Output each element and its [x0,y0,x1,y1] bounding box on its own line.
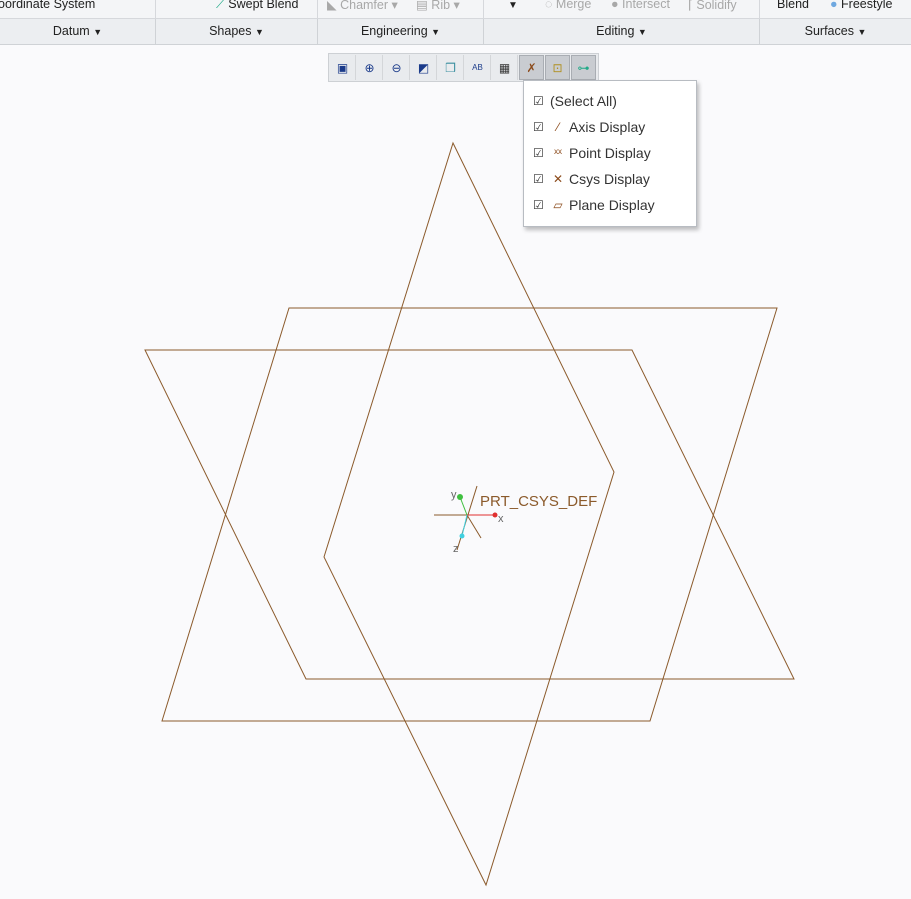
freestyle-button[interactable]: ● Freestyle [830,0,892,11]
saved-orientations-icon[interactable]: AB [465,55,491,80]
chamfer-label: Chamfer [340,0,389,12]
zoom-out-icon[interactable]: ⊖ [384,55,410,80]
group-datum[interactable]: Datum ▼ [0,19,156,44]
freestyle-label: Freestyle [841,0,893,11]
refit-icon[interactable]: ▣ [330,55,356,80]
rib-button[interactable]: ▤ Rib ▾ [416,0,460,12]
intersect-button[interactable]: ● Intersect [611,0,670,11]
group-label: Datum [52,24,90,38]
menu-item-label: Csys Display [569,171,650,187]
coordinate-system-button[interactable]: oordinate System [0,0,95,11]
menu-item-label: Plane Display [569,197,655,213]
group-editing[interactable]: Editing ▼ [484,19,760,44]
csys-label: PRT_CSYS_DEF [480,493,597,510]
zoom-in-icon[interactable]: ⊕ [357,55,383,80]
freestyle-icon: ● [830,0,838,11]
intersect-label: Intersect [622,0,670,11]
swept-blend-button[interactable]: ⟋ Swept Blend [216,0,298,12]
swept-blend-label: Swept Blend [228,0,299,11]
point-display-icon: ˣˣ [554,146,562,160]
z-axis-label: z [453,543,459,555]
menu-item-label: (Select All) [550,93,617,109]
spin-center-icon[interactable]: ⊶ [571,55,596,80]
blend-button[interactable]: Blend [777,0,809,11]
group-engineering[interactable]: Engineering ▼ [318,19,484,44]
group-label: Editing [596,24,635,38]
plane-display-icon: ▱ [553,198,563,212]
datum-display-filters-icon[interactable]: ✗ [519,55,544,80]
group-label: Surfaces [804,24,854,38]
checkbox-checked-icon[interactable]: ☑ [533,198,547,212]
annotation-display-icon[interactable]: ⊡ [545,55,570,80]
y-axis-label: y [451,489,457,501]
menu-item-axis-display[interactable]: ☑ ⁄ Axis Display [533,117,645,137]
graphics-viewport[interactable]: x y z PRT_CSYS_DEF [0,45,911,899]
ribbon-groups: Datum ▼ Shapes ▼ Engineering ▼ Editing ▼… [0,19,911,45]
solidify-button[interactable]: ⌈ Solidify [688,0,737,12]
axis-display-icon: ⁄ [556,120,559,134]
menu-item-plane-display[interactable]: ☑ ▱ Plane Display [533,195,655,215]
group-label: Engineering [360,24,428,38]
chamfer-button[interactable]: ◣ Chamfer ▾ [327,0,398,12]
datum-display-filters-menu: ☑ (Select All) ☑ ⁄ Axis Display ☑ ˣˣ Point Di… [523,80,697,227]
group-shapes[interactable]: Shapes ▼ [156,19,318,44]
group-surfaces[interactable]: Surfaces ▼ [760,19,911,44]
csys-display-icon: ✕ [552,172,564,186]
display-style-icon[interactable]: ❒ [438,55,464,80]
ribbon-commands: oordinate System ⟋ Swept Blend ◣ Chamfer… [0,0,911,19]
editing-more-dropdown[interactable]: ▼ [508,0,518,11]
menu-item-csys-display[interactable]: ☑ ✕ Csys Display [533,169,650,189]
merge-label: Merge [555,0,592,11]
menu-item-label: Axis Display [569,119,646,135]
menu-item-label: Point Display [569,145,651,161]
graphics-toolbar: ▣ ⊕ ⊖ ◩ ❒ AB ▦ ✗ ⊡ ⊶ [328,53,599,82]
group-label: Shapes [209,24,252,38]
view-manager-icon[interactable]: ▦ [492,55,518,80]
rib-label: Rib [431,0,451,12]
x-axis-label: x [498,513,504,525]
menu-item-point-display[interactable]: ☑ ˣˣ Point Display [533,143,651,163]
checkbox-checked-icon[interactable]: ☑ [533,94,547,108]
swept-blend-icon: ⟋ [216,0,225,11]
datum-plane [323,141,615,887]
checkbox-checked-icon[interactable]: ☑ [533,172,547,186]
solidify-label: Solidify [696,0,737,12]
checkbox-checked-icon[interactable]: ☑ [533,120,547,134]
repaint-icon[interactable]: ◩ [411,55,437,80]
merge-button[interactable]: ◌ Merge [545,0,591,11]
checkbox-checked-icon[interactable]: ☑ [533,146,547,160]
menu-item-select-all[interactable]: ☑ (Select All) [533,91,617,111]
